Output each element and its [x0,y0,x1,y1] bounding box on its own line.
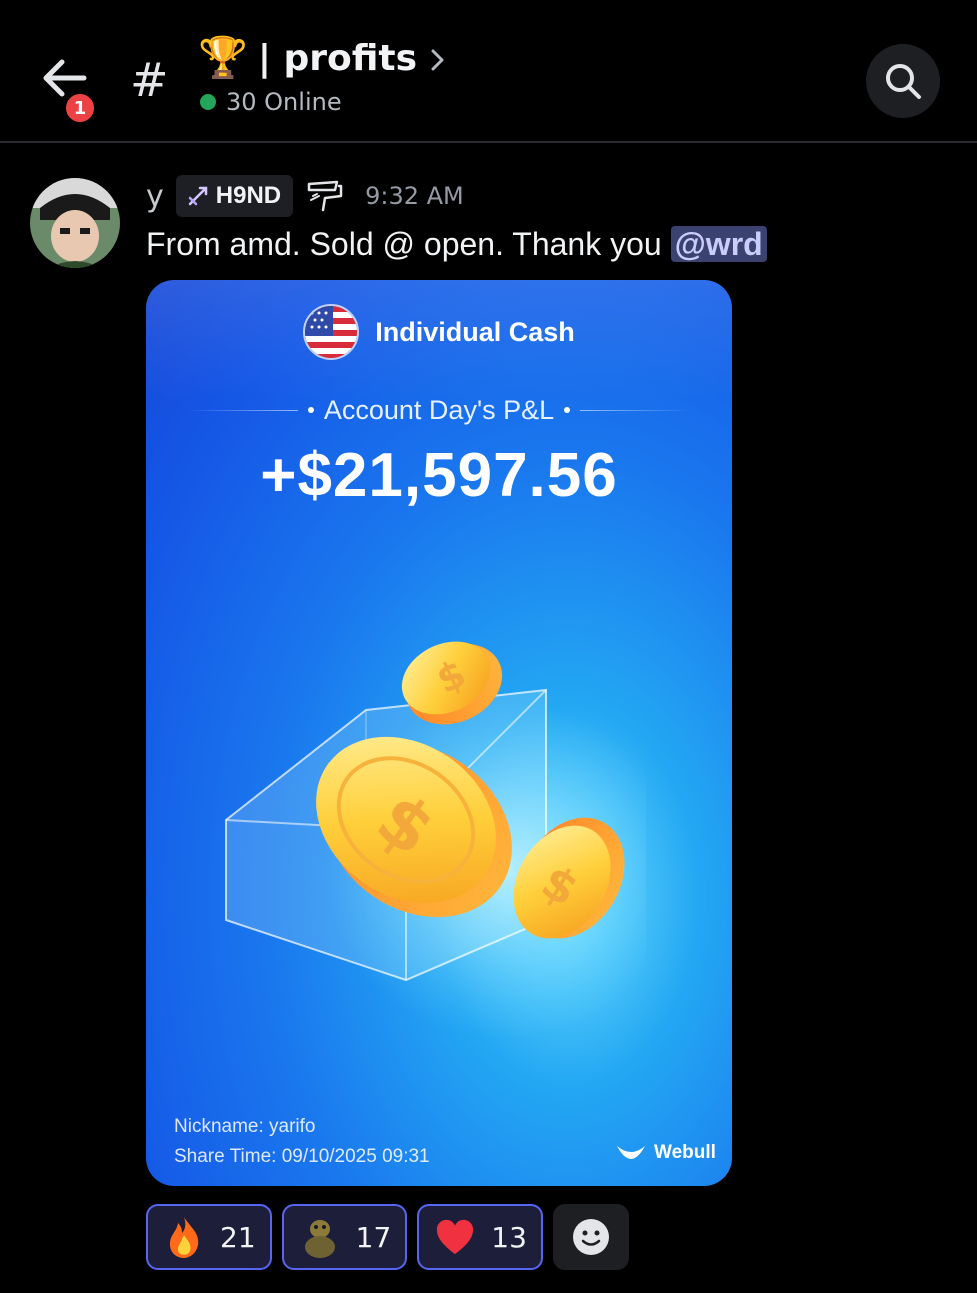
frog-icon [300,1217,340,1258]
avatar[interactable] [30,178,120,268]
reaction-frog[interactable]: 17 [281,1204,408,1270]
divider-dot [307,407,314,413]
paint-roller-icon [307,180,343,212]
guild-tag-label: H9ND [215,182,282,209]
reaction-count: 13 [491,1220,527,1254]
hash-icon: # [130,53,169,107]
online-status: 30 Online [200,88,342,116]
search-button[interactable] [866,44,940,118]
username[interactable]: y [146,179,164,214]
search-icon [886,64,921,99]
divider-dot [564,407,571,413]
channel-title[interactable]: 🏆 | profits [198,28,445,88]
online-dot-icon [200,94,216,110]
pnl-value: +$21,597.56 [260,441,618,510]
reaction-heart[interactable]: 13 [417,1204,543,1270]
guild-tag[interactable]: H9ND [175,175,294,217]
share-time: Share Time: 09/10/2025 09:31 [174,1146,430,1167]
message-header: y H9ND 9:32 AM [146,172,464,220]
pnl-share-card[interactable]: Individual Cash Account Day's P&L +$21,5… [146,280,732,1186]
user-mention[interactable]: @wrd [670,226,767,262]
brand-name: Webull [654,1142,716,1163]
sword-icon [188,186,208,206]
unread-badge: 1 [62,90,98,126]
account-name: Individual Cash [375,316,575,347]
message-timestamp: 9:32 AM [365,182,464,210]
message-body: From amd. Sold @ open. Thank you [146,226,671,262]
header-divider [0,141,977,143]
trophy-icon: 🏆 [198,35,248,81]
account-row: Individual Cash [146,304,732,360]
channel-name: | profits [257,37,418,79]
channel-header: 1 # 🏆 | profits 30 Online [0,0,977,142]
reactions-bar: 21 17 13 [146,1204,629,1270]
pnl-label: Account Day's P&L [323,394,555,425]
reaction-fire[interactable]: 21 [146,1204,272,1270]
smiley-icon [572,1219,609,1255]
divider-line [186,409,298,411]
webull-logo: Webull [614,1142,716,1164]
reaction-count: 17 [355,1220,392,1254]
fire-icon [164,1217,204,1258]
message-text: From amd. Sold @ open. Thank you @wrd [146,222,767,266]
webull-logo-icon [617,1146,645,1159]
heart-icon [435,1217,475,1257]
chevron-right-icon [431,49,444,71]
online-count: 30 Online [226,88,342,116]
us-flag-icon [303,304,360,360]
coins-cube-illustration: $ $ $ [225,641,646,1040]
add-reaction-button[interactable] [552,1204,629,1270]
reaction-count: 21 [220,1220,256,1254]
pnl-label-row: Account Day's P&L [186,390,693,430]
nickname: Nickname: yarifo [174,1116,316,1137]
divider-line [580,409,693,411]
